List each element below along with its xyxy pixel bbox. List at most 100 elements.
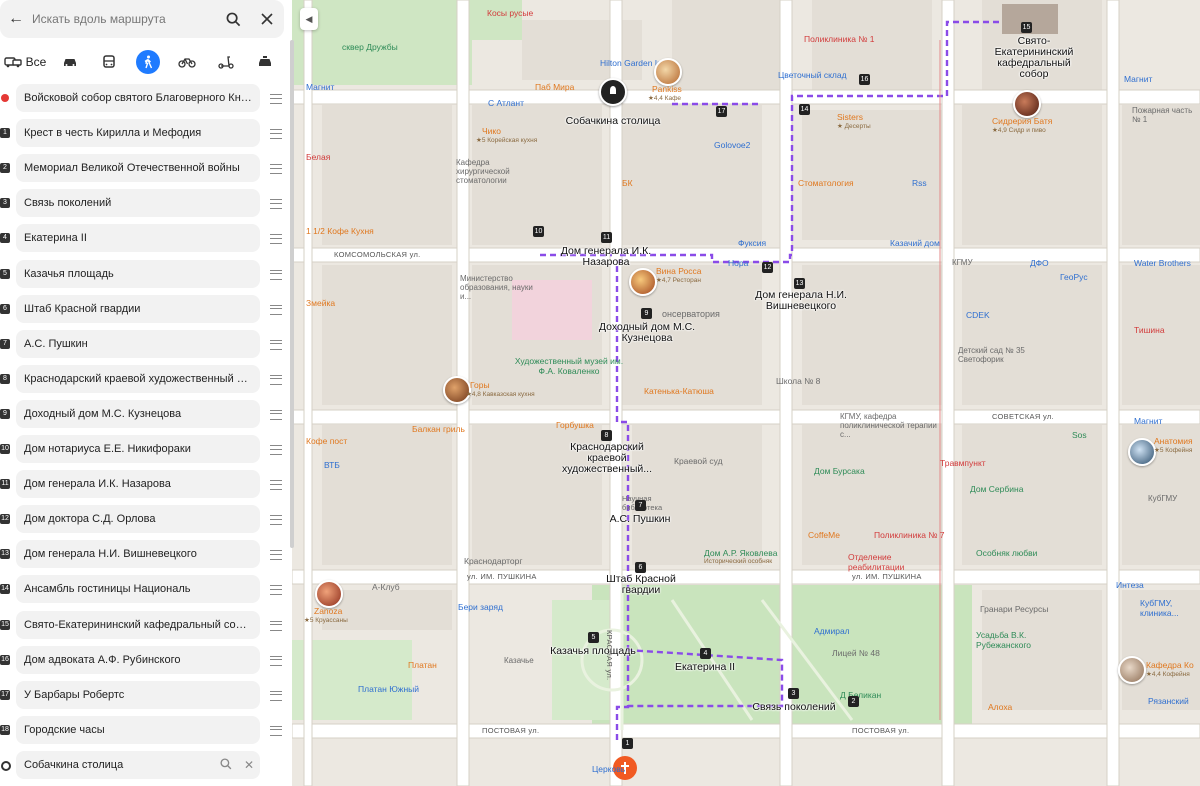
waypoint-row[interactable]: 10 Дом нотариуса Е.Е. Никифораки bbox=[0, 435, 288, 463]
waypoint-field[interactable]: Екатерина II bbox=[16, 224, 260, 253]
waypoint-field[interactable]: Дом генерала Н.И. Вишневецкого bbox=[16, 540, 260, 569]
waypoint-field[interactable]: Краснодарский краевой художественный муз… bbox=[16, 364, 260, 393]
start-pin-icon[interactable] bbox=[599, 78, 627, 106]
waypoint-row[interactable]: 18 Городские часы bbox=[0, 715, 288, 744]
drag-handle-icon[interactable] bbox=[270, 409, 282, 420]
waypoint-field[interactable]: Войсковой собор святого Благоверного Кня… bbox=[16, 84, 260, 112]
waypoint-row[interactable]: 15 Свято-Екатерининский кафедральный собо… bbox=[0, 610, 288, 639]
search-input[interactable]: Искать вдоль маршрута bbox=[32, 12, 216, 26]
route-marker[interactable]: 15 bbox=[1021, 22, 1032, 33]
route-marker[interactable]: 7 bbox=[635, 500, 646, 511]
poi-photo-zanoza[interactable] bbox=[315, 580, 343, 608]
waypoint-row[interactable]: 4 Екатерина II bbox=[0, 224, 288, 253]
waypoint-row[interactable]: 3 Связь поколений bbox=[0, 189, 288, 218]
drag-handle-icon[interactable] bbox=[270, 164, 282, 175]
waypoint-field[interactable]: Дом адвоката А.Ф. Рубинского bbox=[16, 645, 260, 674]
waypoint-field[interactable]: А.С. Пушкин bbox=[16, 329, 260, 358]
collapse-panel-button[interactable]: ◀ bbox=[300, 8, 318, 30]
route-marker[interactable]: 6 bbox=[635, 562, 646, 573]
route-marker[interactable]: 3 bbox=[788, 688, 799, 699]
waypoint-row[interactable]: Собачкина столица ✕ bbox=[0, 750, 288, 779]
waypoint-field[interactable]: Дом нотариуса Е.Е. Никифораки bbox=[16, 435, 260, 463]
waypoint-row[interactable]: 2 Мемориал Великой Отечественной войны bbox=[0, 154, 288, 183]
poi-photo-sidreriya[interactable] bbox=[1013, 90, 1041, 118]
drag-handle-icon[interactable] bbox=[270, 725, 282, 736]
drag-handle-icon[interactable] bbox=[270, 655, 282, 666]
drag-handle-icon[interactable] bbox=[270, 550, 282, 561]
waypoint-field[interactable]: Дом генерала И.К. Назарова bbox=[16, 470, 260, 499]
route-marker[interactable]: 13 bbox=[794, 278, 805, 289]
waypoint-field[interactable]: Крест в честь Кирилла и Мефодия bbox=[16, 119, 260, 148]
drag-handle-icon[interactable] bbox=[270, 374, 282, 385]
waypoint-row[interactable]: 9 Доходный дом М.С. Кузнецова bbox=[0, 399, 288, 428]
drag-handle-icon[interactable] bbox=[270, 585, 282, 596]
waypoint-row[interactable]: 12 Дом доктора С.Д. Орлова bbox=[0, 505, 288, 534]
waypoint-row[interactable]: 14 Ансамбль гостиницы Националь bbox=[0, 575, 288, 604]
mode-scooter-button[interactable] bbox=[206, 47, 245, 77]
waypoint-row[interactable]: 7 А.С. Пушкин bbox=[0, 329, 288, 358]
route-marker[interactable]: 9 bbox=[641, 308, 652, 319]
waypoint-row[interactable]: 16 Дом адвоката А.Ф. Рубинского bbox=[0, 645, 288, 674]
route-marker[interactable]: 17 bbox=[716, 106, 727, 117]
poi-photo-vina-rossa[interactable] bbox=[629, 268, 657, 296]
map-view[interactable]: КОМСОМОЛЬСКАЯ ул. СОВЕТСКАЯ ул. ул. ИМ. … bbox=[292, 0, 1200, 786]
waypoint-field[interactable]: Доходный дом М.С. Кузнецова bbox=[16, 399, 260, 428]
route-marker[interactable]: 16 bbox=[859, 74, 870, 85]
drag-handle-icon[interactable] bbox=[270, 620, 282, 631]
mode-taxi-button[interactable] bbox=[245, 47, 284, 77]
map-label: онсерватория bbox=[662, 309, 720, 319]
drag-handle-icon[interactable] bbox=[270, 304, 282, 315]
drag-handle-icon[interactable] bbox=[270, 94, 282, 104]
mode-bicycle-button[interactable] bbox=[167, 47, 206, 77]
route-marker[interactable]: 14 bbox=[799, 104, 810, 115]
waypoint-field[interactable]: Дом доктора С.Д. Орлова bbox=[16, 505, 260, 534]
mode-pedestrian-button[interactable] bbox=[128, 47, 167, 77]
mode-car-button[interactable] bbox=[50, 47, 89, 77]
poi-photo-anatomiya[interactable] bbox=[1128, 438, 1156, 466]
waypoint-row[interactable]: 13 Дом генерала Н.И. Вишневецкого bbox=[0, 540, 288, 569]
drag-handle-icon[interactable] bbox=[270, 199, 282, 210]
route-marker[interactable]: 10 bbox=[533, 226, 544, 237]
waypoint-field[interactable]: Казачья площадь bbox=[16, 259, 260, 288]
route-marker[interactable]: 2 bbox=[848, 696, 859, 707]
route-marker[interactable]: 5 bbox=[588, 632, 599, 643]
mode-all-button[interactable]: Все bbox=[0, 47, 50, 77]
route-marker[interactable]: 11 bbox=[601, 232, 612, 243]
waypoint-row[interactable]: 6 Штаб Красной гвардии bbox=[0, 294, 288, 323]
waypoint-row[interactable]: 8 Краснодарский краевой художественный му… bbox=[0, 364, 288, 393]
poi-photo-pankiss[interactable] bbox=[654, 58, 682, 86]
close-icon[interactable] bbox=[250, 13, 284, 25]
poi-sub: ★4,8 Кавказская кухня bbox=[466, 391, 535, 398]
search-icon[interactable] bbox=[220, 758, 232, 773]
waypoint-row[interactable]: 1 Крест в честь Кирилла и Мефодия bbox=[0, 119, 288, 148]
waypoint-row[interactable]: Войсковой собор святого Благоверного Кня… bbox=[0, 84, 288, 112]
waypoint-field[interactable]: Связь поколений bbox=[16, 189, 260, 218]
mode-bus-button[interactable] bbox=[89, 47, 128, 77]
drag-handle-icon[interactable] bbox=[270, 690, 282, 701]
scrollbar[interactable] bbox=[290, 40, 294, 548]
poi-photo-kafedra-kofe[interactable] bbox=[1118, 656, 1146, 684]
drag-handle-icon[interactable] bbox=[270, 339, 282, 350]
waypoint-row[interactable]: 11 Дом генерала И.К. Назарова bbox=[0, 470, 288, 499]
waypoint-field[interactable]: У Барбары Робертс bbox=[16, 680, 260, 709]
waypoint-field[interactable]: Городские часы bbox=[16, 715, 260, 744]
drag-handle-icon[interactable] bbox=[270, 129, 282, 140]
route-marker[interactable]: 12 bbox=[762, 262, 773, 273]
waypoint-field[interactable]: Ансамбль гостиницы Националь bbox=[16, 575, 260, 604]
drag-handle-icon[interactable] bbox=[270, 515, 282, 526]
drag-handle-icon[interactable] bbox=[270, 269, 282, 280]
search-icon[interactable] bbox=[216, 12, 250, 27]
clear-icon[interactable]: ✕ bbox=[244, 758, 254, 773]
back-arrow-icon[interactable]: ← bbox=[0, 10, 32, 28]
waypoint-field[interactable]: Свято-Екатерининский кафедральный собор bbox=[16, 610, 260, 639]
waypoint-field[interactable]: Штаб Красной гвардии bbox=[16, 294, 260, 323]
drag-handle-icon[interactable] bbox=[270, 445, 282, 455]
waypoint-row[interactable]: 17 У Барбары Робертс bbox=[0, 680, 288, 709]
route-marker[interactable]: 1 bbox=[622, 738, 633, 749]
drag-handle-icon[interactable] bbox=[270, 480, 282, 491]
drag-handle-icon[interactable] bbox=[270, 234, 282, 245]
route-marker[interactable]: 8 bbox=[601, 430, 612, 441]
waypoint-row[interactable]: 5 Казачья площадь bbox=[0, 259, 288, 288]
waypoint-field[interactable]: Мемориал Великой Отечественной войны bbox=[16, 154, 260, 183]
route-marker[interactable]: 4 bbox=[700, 648, 711, 659]
